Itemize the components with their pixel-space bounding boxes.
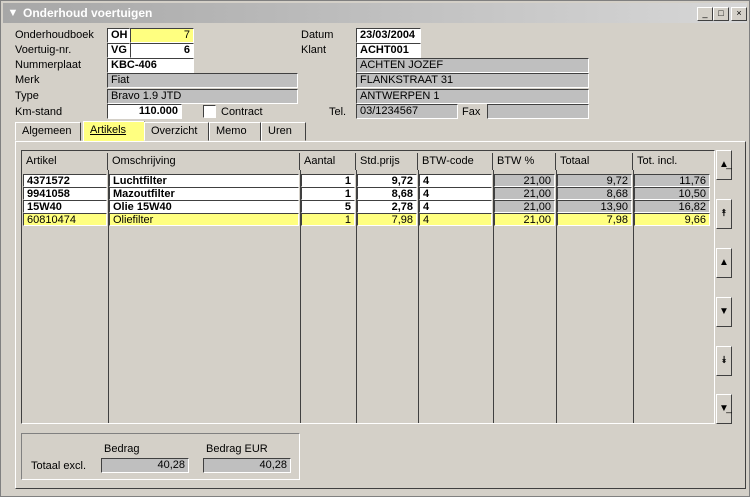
grid-cell-btwcode[interactable]: 4: [419, 200, 492, 213]
grid-cell-totaal[interactable]: 13,90: [557, 200, 632, 213]
km-label: Km-stand: [15, 106, 63, 118]
nummerplaat-label: Nummerplaat: [15, 59, 82, 71]
grid-cell-totaal[interactable]: 9,72: [557, 174, 632, 187]
artikels-grid: Artikel Omschrijving Aantal Std.prijs BT…: [21, 150, 715, 424]
totaal-excl-label: Totaal excl.: [31, 460, 87, 472]
totals-group: Bedrag Bedrag EUR Totaal excl. 40,28 40,…: [21, 433, 300, 480]
tab-memo[interactable]: Memo: [209, 122, 261, 141]
tab-uren-label: Uren: [268, 125, 292, 137]
col-header-totincl[interactable]: Tot. incl.: [633, 153, 716, 170]
first-record-button[interactable]: ▲̲: [716, 150, 732, 180]
grid-cell-aantal[interactable]: 1: [301, 187, 355, 200]
fax-field: [487, 104, 589, 119]
totaal-bedrag-eur-field: 40,28: [203, 458, 291, 473]
col-header-btwpct[interactable]: BTW %: [493, 153, 556, 170]
grid-cell-btwcode[interactable]: 4: [419, 174, 492, 187]
bedrag-eur-header: Bedrag EUR: [206, 443, 268, 455]
record-navigator: ▲̲ ⯭ ▲ ▼ ⯯ ▼̲: [716, 150, 732, 424]
grid-cell-totaal[interactable]: 8,68: [557, 187, 632, 200]
close-button[interactable]: ×: [731, 7, 747, 21]
main-window: ▼ Onderhoud voertuigen _ □ × Onderhoudbo…: [0, 0, 750, 497]
klant-field[interactable]: ACHT001: [356, 43, 421, 58]
totaal-bedrag-field: 40,28: [101, 458, 189, 473]
grid-cell-prijs[interactable]: 8,68: [357, 187, 417, 200]
merk-label: Merk: [15, 74, 40, 86]
grid-cell-aantal[interactable]: 1: [301, 174, 355, 187]
onderhoudboek-nr-field[interactable]: 7: [130, 28, 194, 43]
grid-cell-btwpct[interactable]: 21,00: [494, 187, 555, 200]
grid-cell-btwpct[interactable]: 21,00: [494, 213, 555, 226]
last-record-button[interactable]: ▼̲: [716, 394, 732, 424]
grid-cell-btwpct[interactable]: 21,00: [494, 174, 555, 187]
grid-cell-incl[interactable]: 10,50: [634, 187, 710, 200]
col-header-totaal[interactable]: Totaal: [556, 153, 633, 170]
grid-cell-btwcode[interactable]: 4: [419, 213, 492, 226]
bedrag-header: Bedrag: [104, 443, 140, 455]
grid-cell-aantal[interactable]: 1: [301, 213, 355, 226]
minimize-button[interactable]: _: [697, 7, 713, 21]
grid-cell-aantal[interactable]: 5: [301, 200, 355, 213]
grid-cell-artikel[interactable]: 60810474: [23, 213, 107, 226]
col-header-artikel[interactable]: Artikel: [22, 153, 108, 170]
grid-cell-artikel[interactable]: 4371572: [23, 174, 107, 187]
klant-straat-field: FLANKSTRAAT 31: [356, 73, 589, 88]
tab-overzicht[interactable]: Overzicht: [144, 122, 209, 141]
tab-overzicht-label: Overzicht: [151, 125, 198, 137]
grid-cell-artikel[interactable]: 15W40: [23, 200, 107, 213]
next-record-button[interactable]: ▼: [716, 297, 732, 327]
type-label: Type: [15, 90, 39, 102]
col-header-stdprijs[interactable]: Std.prijs: [356, 153, 418, 170]
tab-artikels-label: Artikels: [90, 124, 127, 136]
klant-gemeente-field: ANTWERPEN 1: [356, 89, 589, 104]
window-title: Onderhoud voertuigen: [23, 6, 153, 20]
grid-cell-totaal[interactable]: 7,98: [557, 213, 632, 226]
grid-cell-omschrijving[interactable]: Luchtfilter: [109, 174, 299, 187]
grid-cell-prijs[interactable]: 7,98: [357, 213, 417, 226]
page-down-button[interactable]: ⯯: [716, 346, 732, 376]
grid-cell-prijs[interactable]: 2,78: [357, 200, 417, 213]
km-field[interactable]: 110.000: [107, 104, 182, 119]
app-icon: ▼: [7, 7, 19, 19]
grid-cell-omschrijving[interactable]: Oliefilter: [109, 213, 299, 226]
maximize-button[interactable]: □: [713, 7, 729, 21]
onderhoudboek-label: Onderhoudboek: [15, 29, 94, 41]
grid-cell-artikel[interactable]: 9941058: [23, 187, 107, 200]
tel-field: 03/1234567: [356, 104, 458, 119]
grid-cell-omschrijving[interactable]: Olie 15W40: [109, 200, 299, 213]
tel-label: Tel.: [329, 106, 347, 118]
tab-uren[interactable]: Uren: [261, 122, 306, 141]
voertuig-label: Voertuig-nr.: [15, 44, 72, 56]
tab-artikels[interactable]: Artikels: [83, 121, 145, 142]
page-up-button[interactable]: ⯭: [716, 199, 732, 229]
col-header-omschrijving[interactable]: Omschrijving: [108, 153, 300, 170]
fax-label: Fax: [462, 106, 481, 118]
tab-algemeen-label: Algemeen: [22, 125, 72, 137]
col-header-btwcode[interactable]: BTW-code: [418, 153, 493, 170]
datum-field[interactable]: 23/03/2004: [356, 28, 421, 43]
grid-cell-btwpct[interactable]: 21,00: [494, 200, 555, 213]
voertuig-nr-field[interactable]: 6: [130, 43, 194, 58]
grid-cell-incl[interactable]: 11,76: [634, 174, 710, 187]
datum-label: Datum: [301, 29, 334, 41]
merk-field: Fiat: [107, 73, 298, 88]
tab-algemeen[interactable]: Algemeen: [15, 122, 81, 141]
type-field: Bravo 1.9 JTD: [107, 89, 298, 104]
onderhoudboek-code-field[interactable]: OH: [107, 28, 130, 43]
grid-cell-prijs[interactable]: 9,72: [357, 174, 417, 187]
contract-checkbox[interactable]: [203, 105, 216, 118]
nummerplaat-field[interactable]: KBC-406: [107, 58, 194, 73]
grid-cell-omschrijving[interactable]: Mazoutfilter: [109, 187, 299, 200]
previous-record-button[interactable]: ▲: [716, 248, 732, 278]
grid-cell-incl[interactable]: 9,66: [634, 213, 710, 226]
voertuig-code-field[interactable]: VG: [107, 43, 130, 58]
klant-label: Klant: [301, 44, 327, 56]
col-header-aantal[interactable]: Aantal: [300, 153, 356, 170]
grid-cell-incl[interactable]: 16,82: [634, 200, 710, 213]
klant-naam-field: ACHTEN JOZEF: [356, 58, 589, 73]
contract-label: Contract: [221, 106, 263, 118]
tab-memo-label: Memo: [216, 125, 247, 137]
title-bar: ▼ Onderhoud voertuigen _ □ ×: [3, 3, 747, 23]
grid-cell-btwcode[interactable]: 4: [419, 187, 492, 200]
